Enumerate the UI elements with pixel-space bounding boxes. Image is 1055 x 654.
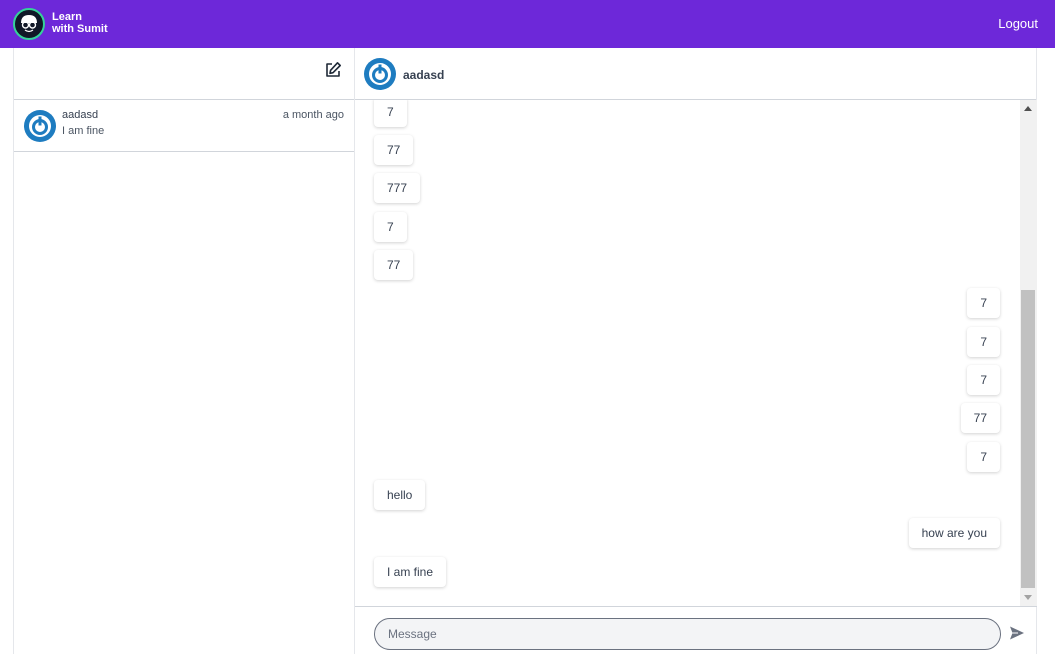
message-bubble: hello bbox=[374, 480, 426, 510]
brand-line-1: Learn bbox=[52, 11, 82, 23]
message-bubble: 7 bbox=[374, 100, 407, 127]
avatar bbox=[24, 110, 56, 142]
conversation-last-message: I am fine bbox=[62, 125, 105, 137]
message-bubble: 7 bbox=[967, 327, 1000, 357]
edit-icon[interactable] bbox=[324, 61, 344, 81]
conversation-sidebar: aadasd a month ago I am fine bbox=[13, 48, 355, 654]
message-input[interactable] bbox=[374, 618, 1001, 650]
message-bubble: 77 bbox=[374, 135, 414, 165]
message-bubble: how are you bbox=[908, 518, 1000, 548]
message-list[interactable]: 7 77 777 7 77 7 7 7 77 7 hello how are y… bbox=[355, 100, 1019, 605]
sidebar-header bbox=[14, 48, 354, 100]
message-scrollbar[interactable] bbox=[1020, 100, 1037, 606]
message-bubble: 777 bbox=[374, 173, 421, 203]
scroll-up-arrow-icon[interactable] bbox=[1020, 100, 1037, 117]
message-bubble: I am fine bbox=[374, 557, 447, 587]
message-bubble: 77 bbox=[374, 250, 414, 280]
brand-name: Learn with Sumit bbox=[52, 11, 108, 35]
message-bubble: 7 bbox=[374, 212, 407, 242]
chat-contact-name: aadasd bbox=[403, 68, 445, 82]
top-navbar: Learn with Sumit Logout bbox=[0, 0, 1055, 48]
logo-icon[interactable] bbox=[13, 8, 45, 40]
chat-panel: aadasd 7 77 777 7 77 7 7 7 77 7 hello ho… bbox=[355, 48, 1037, 654]
message-bubble: 7 bbox=[967, 288, 1000, 318]
scrollbar-thumb[interactable] bbox=[1021, 290, 1035, 588]
send-icon[interactable] bbox=[1009, 625, 1027, 643]
message-composer bbox=[355, 606, 1037, 654]
message-bubble: 77 bbox=[960, 403, 1000, 433]
avatar bbox=[364, 58, 396, 90]
message-bubble: 7 bbox=[967, 442, 1000, 472]
conversation-time: a month ago bbox=[282, 109, 344, 121]
scroll-down-arrow-icon[interactable] bbox=[1020, 589, 1037, 606]
logout-link[interactable]: Logout bbox=[998, 16, 1038, 31]
message-bubble: 7 bbox=[967, 365, 1000, 395]
conversation-name: aadasd bbox=[62, 109, 99, 121]
chat-header: aadasd bbox=[355, 48, 1036, 100]
conversation-item[interactable]: aadasd a month ago I am fine bbox=[14, 100, 354, 152]
brand-line-2: with Sumit bbox=[52, 23, 108, 35]
